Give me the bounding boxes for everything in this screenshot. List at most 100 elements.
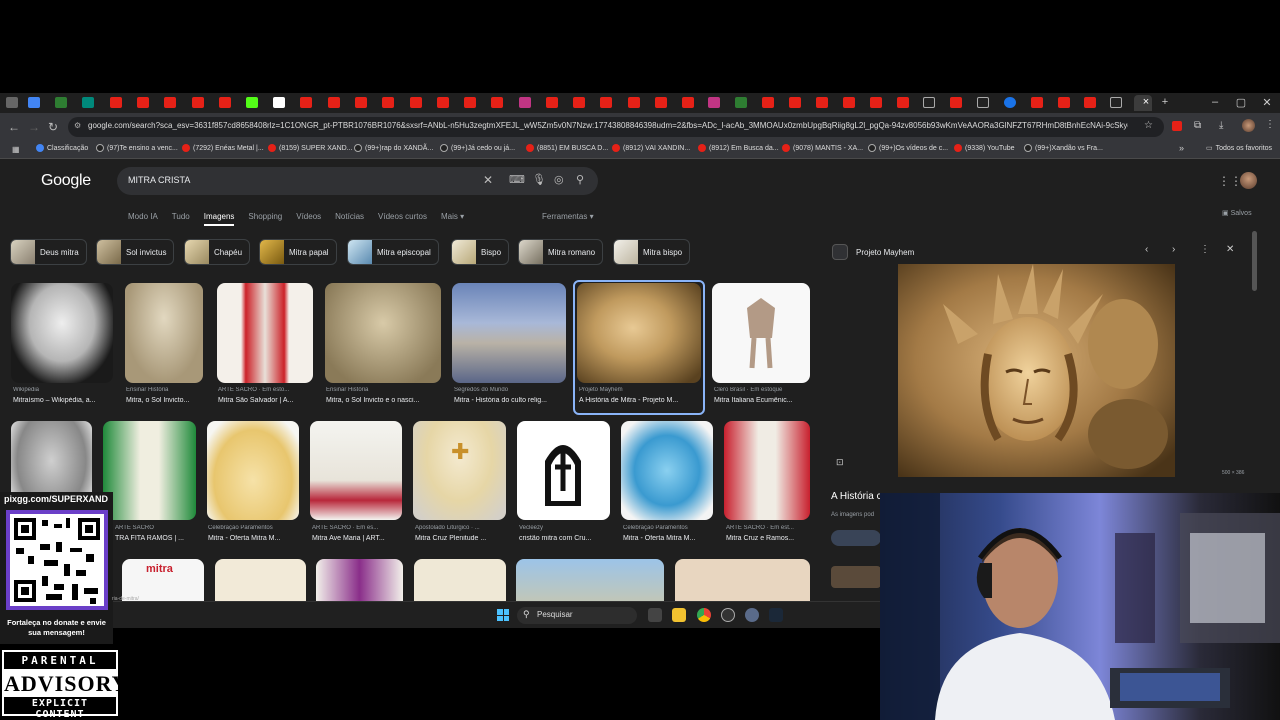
search-icon[interactable]: ⚲ (576, 173, 584, 186)
chip-mitra-romano[interactable]: Mitra romano (518, 239, 604, 265)
tab[interactable] (573, 97, 585, 108)
tab[interactable] (464, 97, 476, 108)
tab[interactable] (1058, 97, 1070, 108)
bookmark-item[interactable]: (8912) VAI XANDIN... (612, 144, 690, 152)
chip-sol-invictus[interactable]: Sol invictus (96, 239, 175, 265)
tab-search-icon[interactable] (6, 97, 18, 108)
extension-icon[interactable] (1172, 121, 1182, 131)
image-result[interactable] (621, 421, 713, 520)
keyboard-icon[interactable]: ⌨ (509, 173, 525, 186)
tab[interactable] (1110, 97, 1122, 108)
bookmark-item[interactable]: (99+)rap do XANDÃ... (354, 144, 433, 152)
image-result-selected[interactable] (577, 283, 701, 383)
image-result[interactable]: ✚ (413, 421, 506, 520)
tab[interactable] (1004, 97, 1016, 108)
bookmark-item[interactable]: (9078) MANTIS - XA... (782, 144, 863, 152)
image-result[interactable] (11, 283, 113, 383)
bookmark-item[interactable]: (9338) YouTube (954, 144, 1015, 152)
related-thumbnail[interactable] (831, 566, 881, 588)
tab[interactable] (137, 97, 149, 108)
image-result[interactable] (325, 283, 441, 383)
scrollbar[interactable] (1252, 231, 1257, 291)
bookmark-item[interactable]: Classificação (36, 144, 88, 152)
tab-videos-curtos[interactable]: Vídeos curtos (378, 212, 427, 226)
tab[interactable] (328, 97, 340, 108)
tab[interactable] (628, 97, 640, 108)
result-title[interactable]: Mitra - Oferta Mitra M... (208, 535, 304, 542)
tab[interactable] (82, 97, 94, 108)
result-title[interactable]: Mitra Italiana Ecumênic... (714, 397, 814, 404)
tab[interactable] (382, 97, 394, 108)
tab-close-icon[interactable]: × (1139, 96, 1153, 108)
image-result[interactable] (712, 283, 810, 383)
chip-chapeu[interactable]: Chapéu (184, 239, 251, 265)
tab[interactable] (164, 97, 176, 108)
bookmark-item[interactable]: (8159) SUPER XAND... (268, 144, 353, 152)
result-title[interactable]: Mitra Cruz e Ramos... (726, 535, 816, 542)
search-input[interactable]: MITRA CRISTA (128, 175, 190, 185)
tab[interactable] (950, 97, 962, 108)
account-avatar[interactable] (1240, 172, 1257, 189)
task-view-icon[interactable] (648, 608, 662, 622)
tab[interactable] (735, 97, 747, 108)
extensions-puzzle-icon[interactable]: ⧉ (1194, 120, 1201, 131)
steam-icon[interactable] (769, 608, 783, 622)
tools-menu[interactable]: Ferramentas ▾ (542, 212, 594, 221)
window-close-icon[interactable]: ✕ (1260, 96, 1274, 109)
tab[interactable] (843, 97, 855, 108)
result-title[interactable]: Mitra, o Sol Invicto... (126, 397, 206, 404)
tab[interactable] (897, 97, 909, 108)
result-title[interactable]: Mitra Ave Maria | ART... (312, 535, 408, 542)
tab-imagens[interactable]: Imagens (203, 212, 235, 226)
tab[interactable] (655, 97, 667, 108)
tab[interactable] (762, 97, 774, 108)
image-result[interactable] (217, 283, 313, 383)
all-bookmarks[interactable]: ▭ Todos os favoritos (1206, 144, 1272, 153)
tab[interactable] (600, 97, 612, 108)
address-bar[interactable]: ⚙ google.com/search?sca_esv=3631f857cd86… (68, 117, 1164, 137)
tab[interactable] (246, 97, 258, 108)
clear-search-icon[interactable]: ✕ (483, 173, 493, 187)
site-info-icon[interactable]: ⚙ (74, 121, 81, 130)
tab[interactable] (870, 97, 882, 108)
chip-mitra-episcopal[interactable]: Mitra episcopal (347, 239, 439, 265)
prev-image-icon[interactable]: ‹ (1145, 244, 1148, 255)
tab-mais[interactable]: Mais ▾ (441, 212, 464, 226)
apps-grid-icon[interactable]: ▦ (12, 145, 20, 154)
tab[interactable] (110, 97, 122, 108)
windows-start-icon[interactable] (497, 609, 509, 621)
result-title[interactable]: Mitraísmo – Wikipédia, a... (13, 397, 113, 404)
chip-deus-mitra[interactable]: Deus mitra (10, 239, 87, 265)
tab[interactable] (546, 97, 558, 108)
chrome-icon[interactable] (697, 608, 711, 622)
result-title[interactable]: Mitra, o Sol Invicto e o nasci... (326, 397, 446, 404)
lens-camera-icon[interactable]: ◎ (554, 173, 564, 186)
maximize-icon[interactable]: ▢ (1234, 96, 1248, 109)
preview-image[interactable] (898, 264, 1175, 477)
result-title[interactable]: Mitra - Oferta Mitra M... (623, 535, 719, 542)
profile-avatar[interactable] (1242, 119, 1255, 132)
chip-bispo[interactable]: Bispo (451, 239, 510, 265)
tab[interactable] (1084, 97, 1096, 108)
tab[interactable] (708, 97, 720, 108)
saved-link[interactable]: ▣ Salvos (1222, 209, 1252, 217)
new-tab-icon[interactable]: + (1158, 96, 1172, 108)
bookmark-item[interactable]: (99+)Os vídeos de c... (868, 144, 948, 152)
tab-shopping[interactable]: Shopping (248, 212, 282, 226)
tab[interactable] (273, 97, 285, 108)
image-result[interactable] (310, 421, 402, 520)
tab[interactable] (923, 97, 935, 108)
next-image-icon[interactable]: › (1172, 244, 1175, 255)
obs-icon[interactable] (721, 608, 735, 622)
tab[interactable] (219, 97, 231, 108)
tab[interactable] (192, 97, 204, 108)
tab[interactable] (682, 97, 694, 108)
bookmark-item[interactable]: (99+)Já cedo ou já... (440, 144, 515, 152)
tab[interactable] (789, 97, 801, 108)
chip-mitra-bispo[interactable]: Mitra bispo (613, 239, 691, 265)
tab[interactable] (355, 97, 367, 108)
image-result[interactable] (724, 421, 810, 520)
image-result[interactable] (517, 421, 610, 520)
image-result[interactable] (452, 283, 566, 383)
tab[interactable] (55, 97, 67, 108)
